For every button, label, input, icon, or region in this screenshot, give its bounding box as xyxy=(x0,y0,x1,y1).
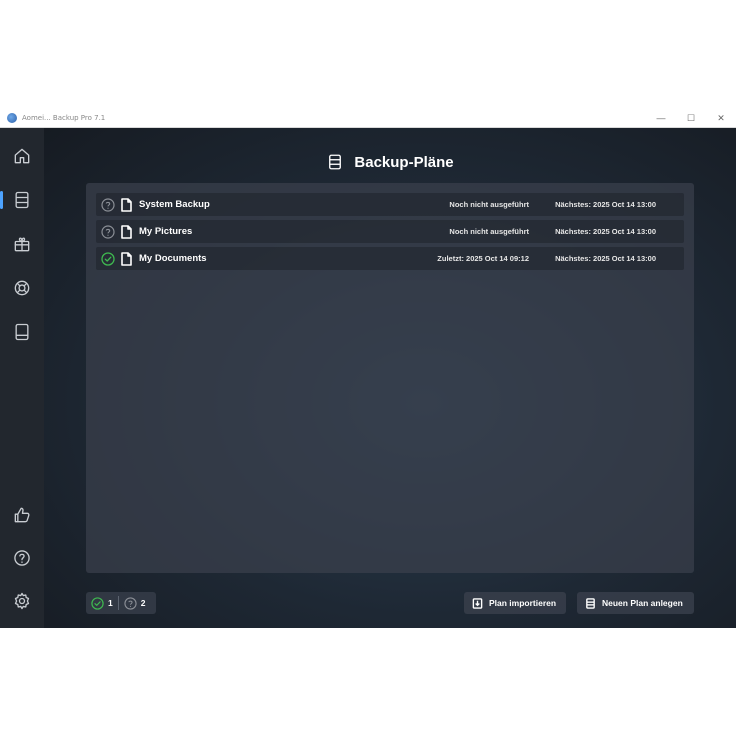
plan-row[interactable]: My Pictures Noch nicht ausgeführt Nächst… xyxy=(96,220,684,243)
new-plan-button[interactable]: Neuen Plan anlegen xyxy=(577,592,694,614)
sidebar-item-settings[interactable] xyxy=(0,584,44,618)
import-plan-label: Plan importieren xyxy=(489,598,557,608)
main-content: Backup-Pläne System Backup Noch nicht au… xyxy=(44,128,736,628)
plan-next-run: Nächstes: 2025 Oct 14 13:00 xyxy=(555,254,656,263)
document-icon xyxy=(120,224,133,239)
sidebar-item-help[interactable] xyxy=(0,541,44,575)
plan-list: System Backup Noch nicht ausgeführt Näch… xyxy=(86,183,694,573)
document-icon xyxy=(120,197,133,212)
status-summary: 1 2 xyxy=(86,592,156,614)
gift-icon xyxy=(14,237,30,252)
plan-name: System Backup xyxy=(139,199,210,210)
sidebar-item-home[interactable] xyxy=(0,139,44,173)
unknown-status-icon xyxy=(101,197,115,212)
success-status-icon xyxy=(101,251,115,266)
success-count-badge[interactable]: 1 xyxy=(86,596,118,610)
unknown-status-icon xyxy=(101,224,115,239)
page-title: Backup-Pläne xyxy=(354,153,454,171)
plan-name: My Documents xyxy=(139,253,207,264)
list-icon xyxy=(326,153,344,171)
unknown-status-icon xyxy=(124,596,137,610)
sidebar-item-feedback[interactable] xyxy=(0,498,44,532)
success-count: 1 xyxy=(108,598,113,608)
maximize-button[interactable]: ☐ xyxy=(676,108,706,128)
sidebar-item-backup-plans[interactable] xyxy=(0,183,44,217)
sidebar-item-book[interactable] xyxy=(0,315,44,349)
document-icon xyxy=(120,251,133,266)
unknown-count: 2 xyxy=(140,598,146,608)
sidebar xyxy=(0,128,44,628)
unknown-count-badge[interactable]: 2 xyxy=(119,596,151,610)
close-button[interactable]: ✕ xyxy=(706,108,736,128)
new-plan-label: Neuen Plan anlegen xyxy=(602,598,683,608)
plan-last-run: Noch nicht ausgeführt xyxy=(449,227,529,236)
gear-icon xyxy=(14,592,30,610)
book-icon xyxy=(15,323,29,341)
plan-last-run: Zuletzt: 2025 Oct 14 09:12 xyxy=(437,254,529,263)
minimize-button[interactable]: — xyxy=(646,108,676,128)
success-status-icon xyxy=(91,596,104,610)
plan-name: My Pictures xyxy=(139,226,193,237)
plan-row[interactable]: My Documents Zuletzt: 2025 Oct 14 09:12 … xyxy=(96,247,684,270)
app-logo-icon xyxy=(7,112,17,123)
home-icon xyxy=(14,148,30,164)
import-plan-button[interactable]: Plan importieren xyxy=(464,592,566,614)
list-icon xyxy=(586,597,595,609)
lifebuoy-icon xyxy=(14,280,30,296)
plan-next-run: Nächstes: 2025 Oct 14 13:00 xyxy=(555,200,656,209)
app-window: Aomei... Backup Pro 7.1 — ☐ ✕ Backup-Plä… xyxy=(0,108,736,628)
sidebar-item-support[interactable] xyxy=(0,271,44,305)
window-title: Aomei... Backup Pro 7.1 xyxy=(22,113,106,122)
page-header: Backup-Pläne xyxy=(44,148,736,176)
sidebar-item-gift[interactable] xyxy=(0,227,44,261)
plan-row[interactable]: System Backup Noch nicht ausgeführt Näch… xyxy=(96,193,684,216)
help-icon xyxy=(14,550,30,566)
plan-last-run: Noch nicht ausgeführt xyxy=(449,200,529,209)
thumbs-up-icon xyxy=(14,507,30,523)
plan-next-run: Nächstes: 2025 Oct 14 13:00 xyxy=(555,227,656,236)
import-icon xyxy=(472,597,483,609)
title-bar: Aomei... Backup Pro 7.1 — ☐ ✕ xyxy=(0,108,736,128)
list-icon xyxy=(15,191,29,209)
